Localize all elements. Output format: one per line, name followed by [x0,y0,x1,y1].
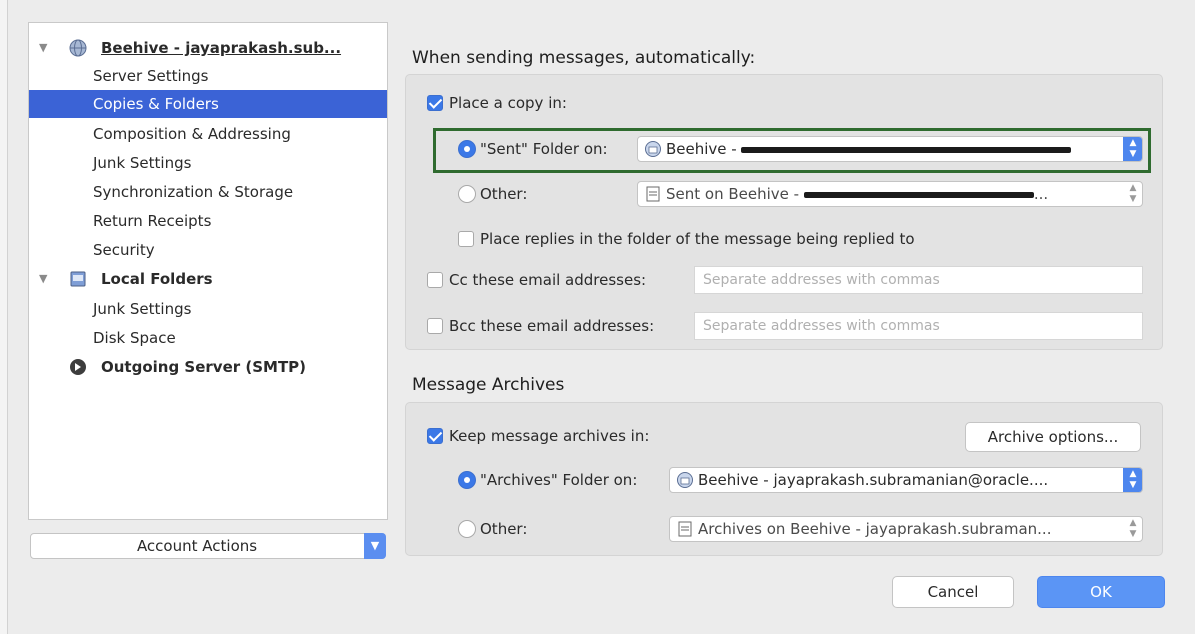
tree-item-copies-folders[interactable]: Copies & Folders [29,90,387,118]
radio-unselected-icon[interactable] [458,519,476,538]
account-globe-icon [645,141,661,157]
other-archives-label: Other: [480,520,528,538]
bcc-label: Bcc these email addresses: [449,317,655,335]
account-actions-label: Account Actions [136,537,258,555]
chevron-down-icon: ▼ [364,533,386,559]
account-actions-button[interactable]: Account Actions ▼ [30,533,386,559]
cc-input[interactable]: Separate addresses with commas [694,266,1143,294]
other-sent-select[interactable]: Sent on Beehive - ... ▲ ▼ [637,181,1143,207]
checkbox-checked-icon[interactable] [427,427,443,444]
bcc-checkbox[interactable]: Bcc these email addresses: [427,313,654,339]
tree-outgoing-server[interactable]: Outgoing Server (SMTP) [29,353,387,381]
folder-icon [678,521,692,537]
sent-folder-select[interactable]: Beehive - ▲ ▼ [637,136,1143,162]
tree-item-junk-settings[interactable]: Junk Settings [29,149,387,177]
sent-folder-value: Beehive - [666,140,742,158]
checkbox-unchecked-icon[interactable] [427,271,443,288]
archives-folder-label: "Archives" Folder on: [480,471,638,489]
other-archives-radio[interactable]: Other: [458,516,527,542]
place-replies-checkbox[interactable]: Place replies in the folder of the messa… [458,226,915,252]
tree-item-synchronization[interactable]: Synchronization & Storage [29,178,387,206]
bcc-input[interactable]: Separate addresses with commas [694,312,1143,340]
disclosure-triangle-icon[interactable]: ▼ [39,34,47,62]
archives-folder-select[interactable]: Beehive - jayaprakash.subramanian@oracle… [669,467,1143,493]
account-tree[interactable]: ▼ Beehive - jayaprakash.sub... Server Se… [28,22,388,520]
sent-folder-label: "Sent" Folder on: [480,140,608,158]
stepper-arrows-icon: ▲ ▼ [1123,137,1142,161]
tree-item-composition[interactable]: Composition & Addressing [29,120,387,148]
account-name: Beehive - jayaprakash.sub... [101,39,342,57]
radio-selected-icon[interactable] [458,139,476,158]
cancel-button[interactable]: Cancel [892,576,1014,608]
tree-item-return-receipts[interactable]: Return Receipts [29,207,387,235]
place-copy-checkbox[interactable]: Place a copy in: [427,90,567,116]
keep-archives-label: Keep message archives in: [449,427,650,445]
archives-heading: Message Archives [412,375,565,395]
window-edge [0,0,8,634]
tree-item-local-junk-settings[interactable]: Junk Settings [29,295,387,323]
redacted-email [741,146,1072,153]
archives-folder-value: Beehive - jayaprakash.subramanian@oracle… [698,471,1049,489]
checkbox-checked-icon[interactable] [427,94,443,111]
ok-button[interactable]: OK [1037,576,1165,608]
other-archives-value: Archives on Beehive - jayaprakash.subram… [698,520,1052,538]
checkbox-unchecked-icon[interactable] [427,317,443,334]
cc-label: Cc these email addresses: [449,271,647,289]
tree-account-local-folders[interactable]: ▼ Local Folders [29,265,387,293]
radio-selected-icon[interactable] [458,470,476,489]
stepper-arrows-icon: ▲ ▼ [1129,183,1137,204]
place-replies-label: Place replies in the folder of the messa… [480,230,915,248]
other-sent-radio[interactable]: Other: [458,181,527,207]
other-archives-select[interactable]: Archives on Beehive - jayaprakash.subram… [669,516,1143,542]
archives-folder-radio[interactable]: "Archives" Folder on: [458,467,637,493]
folder-icon [646,186,660,202]
account-name: Outgoing Server (SMTP) [101,358,307,376]
sending-heading: When sending messages, automatically: [412,48,756,68]
checkbox-unchecked-icon[interactable] [458,230,474,247]
account-name: Local Folders [101,270,213,288]
cc-checkbox[interactable]: Cc these email addresses: [427,267,646,293]
other-sent-value: Sent on Beehive - [666,185,804,203]
tree-item-server-settings[interactable]: Server Settings [29,62,387,90]
tree-account-beehive[interactable]: ▼ Beehive - jayaprakash.sub... [29,34,387,62]
disclosure-triangle-icon[interactable]: ▼ [39,265,47,293]
sent-folder-radio[interactable]: "Sent" Folder on: [458,136,608,162]
radio-unselected-icon[interactable] [458,184,476,203]
redacted-email [803,191,1034,198]
keep-archives-checkbox[interactable]: Keep message archives in: [427,423,649,449]
place-copy-label: Place a copy in: [449,94,567,112]
stepper-arrows-icon: ▲ ▼ [1129,518,1137,539]
stepper-arrows-icon: ▲ ▼ [1123,468,1142,492]
archive-options-button[interactable]: Archive options... [965,422,1141,452]
other-sent-label: Other: [480,185,528,203]
account-globe-icon [677,472,693,488]
local-folders-icon [70,271,86,287]
tree-item-security[interactable]: Security [29,236,387,264]
outgoing-server-icon [70,359,86,375]
globe-icon [69,39,87,57]
tree-item-disk-space[interactable]: Disk Space [29,324,387,352]
